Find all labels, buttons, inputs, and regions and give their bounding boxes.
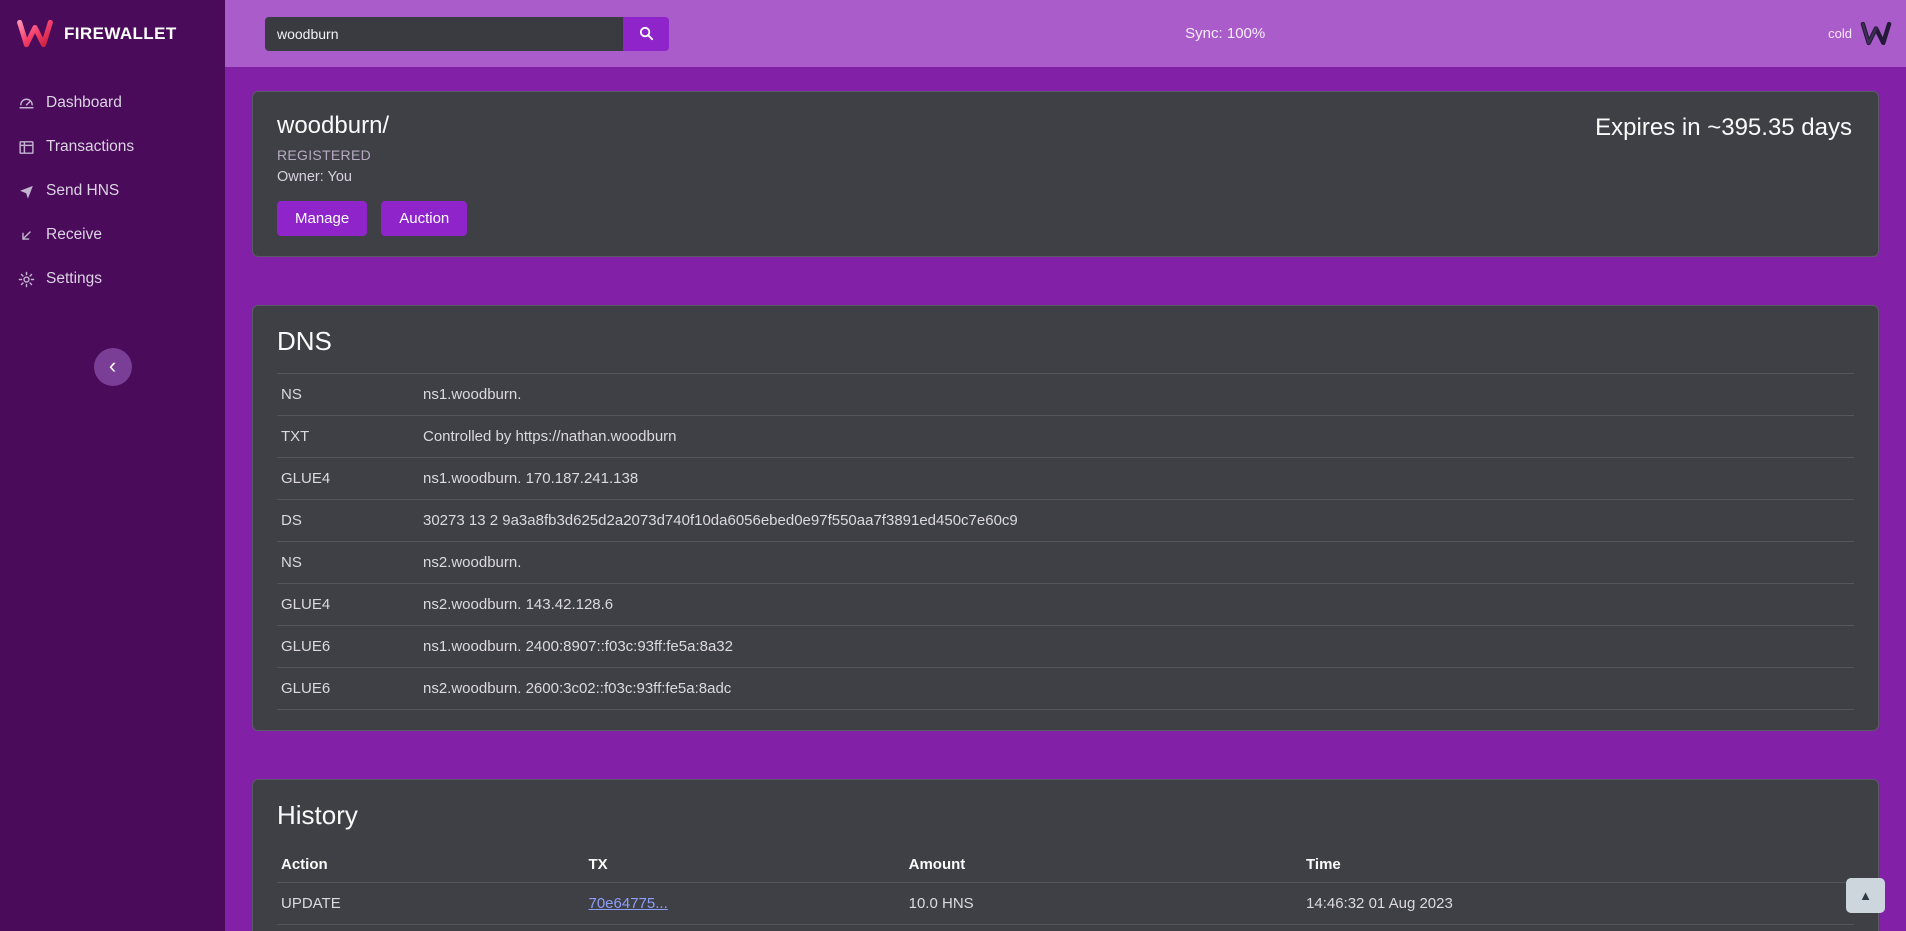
history-col-amount: Amount — [905, 847, 1302, 883]
history-time: 15:45:28 27 Jul 2023 — [1302, 925, 1854, 931]
manage-button[interactable]: Manage — [277, 201, 367, 236]
sidebar-item-settings[interactable]: Settings — [0, 257, 225, 301]
sidebar-nav: Dashboard Transactions Send HNS — [0, 81, 225, 301]
history-action: RENEW — [277, 925, 585, 931]
sidebar-item-send-hns[interactable]: Send HNS — [0, 169, 225, 213]
wallet-name-label: cold — [1828, 26, 1852, 41]
dns-record-type: GLUE4 — [277, 584, 419, 626]
search-icon — [638, 25, 655, 42]
wallet-indicator[interactable]: cold — [1828, 21, 1892, 46]
chevron-left-icon: ‹ — [109, 355, 116, 377]
domain-actions: Manage Auction — [277, 201, 1854, 236]
history-col-time: Time — [1302, 847, 1854, 883]
history-table: Action TX Amount Time UPDATE 70e64775...… — [277, 847, 1854, 931]
sidebar: FIREWALLET Dashboard Transactions — [0, 0, 225, 931]
tx-link[interactable]: 70e64775... — [589, 895, 668, 912]
dashboard-icon — [18, 95, 35, 112]
history-header-row: Action TX Amount Time — [277, 847, 1854, 883]
brand-name: FIREWALLET — [64, 24, 177, 44]
dns-record-type: DS — [277, 500, 419, 542]
page-content: woodburn/ REGISTERED Owner: You Manage A… — [225, 67, 1906, 931]
history-row: RENEW b5a3c8... 10.0 HNS 15:45:28 27 Jul… — [277, 925, 1854, 931]
sidebar-item-transactions[interactable]: Transactions — [0, 125, 225, 169]
send-icon — [18, 183, 35, 200]
caret-up-icon: ▲ — [1859, 888, 1872, 903]
firewallet-logo-icon — [16, 19, 54, 48]
dns-record-row: NS ns1.woodburn. — [277, 374, 1854, 416]
history-time: 14:46:32 01 Aug 2023 — [1302, 883, 1854, 925]
main-area: Sync: 100% cold woodburn/ REGISTERED Own… — [225, 0, 1906, 931]
history-action: UPDATE — [277, 883, 585, 925]
dns-record-value: ns1.woodburn. 2400:8907::f03c:93ff:fe5a:… — [419, 626, 1854, 668]
history-section-title: History — [277, 800, 1854, 831]
sidebar-item-label: Receive — [46, 226, 102, 244]
domain-owner-label: Owner: You — [277, 169, 1854, 185]
dns-record-value: 30273 13 2 9a3a8fb3d625d2a2073d740f10da6… — [419, 500, 1854, 542]
settings-icon — [18, 271, 35, 288]
dns-record-value: ns1.woodburn. 170.187.241.138 — [419, 458, 1854, 500]
sidebar-collapse-button[interactable]: ‹ — [94, 348, 132, 386]
dns-record-type: GLUE6 — [277, 626, 419, 668]
sidebar-item-label: Settings — [46, 270, 102, 288]
history-amount: 10.0 HNS — [905, 925, 1302, 931]
topbar: Sync: 100% cold — [225, 0, 1906, 67]
sidebar-item-label: Dashboard — [46, 94, 122, 112]
transactions-icon — [18, 139, 35, 156]
sidebar-item-receive[interactable]: Receive — [0, 213, 225, 257]
dns-record-row: GLUE6 ns2.woodburn. 2600:3c02::f03c:93ff… — [277, 668, 1854, 710]
sidebar-item-label: Transactions — [46, 138, 134, 156]
firewallet-wallet-icon — [1860, 21, 1892, 46]
receive-icon — [18, 227, 35, 244]
dns-record-row: GLUE4 ns2.woodburn. 143.42.128.6 — [277, 584, 1854, 626]
dns-record-value: ns1.woodburn. — [419, 374, 1854, 416]
history-card: History Action TX Amount Time — [252, 779, 1879, 931]
auction-button[interactable]: Auction — [381, 201, 467, 236]
domain-card: woodburn/ REGISTERED Owner: You Manage A… — [252, 91, 1879, 257]
dns-record-type: GLUE4 — [277, 458, 419, 500]
search-button[interactable] — [623, 17, 669, 51]
domain-expiry-label: Expires in ~395.35 days — [1595, 114, 1852, 142]
dns-record-type: NS — [277, 374, 419, 416]
sync-status: Sync: 100% — [1185, 25, 1265, 42]
dns-record-type: TXT — [277, 416, 419, 458]
history-col-action: Action — [277, 847, 585, 883]
dns-record-row: DS 30273 13 2 9a3a8fb3d625d2a2073d740f10… — [277, 500, 1854, 542]
sidebar-item-label: Send HNS — [46, 182, 119, 200]
dns-record-value: ns2.woodburn. 143.42.128.6 — [419, 584, 1854, 626]
dns-record-row: GLUE6 ns1.woodburn. 2400:8907::f03c:93ff… — [277, 626, 1854, 668]
domain-status-badge: REGISTERED — [277, 147, 1854, 163]
dns-table: NS ns1.woodburn. TXT Controlled by https… — [277, 373, 1854, 710]
dns-record-value: Controlled by https://nathan.woodburn — [419, 416, 1854, 458]
search-input[interactable] — [265, 17, 623, 51]
dns-record-row: NS ns2.woodburn. — [277, 542, 1854, 584]
dns-record-type: GLUE6 — [277, 668, 419, 710]
sidebar-item-dashboard[interactable]: Dashboard — [0, 81, 225, 125]
dns-section-title: DNS — [277, 326, 1854, 357]
dns-record-row: TXT Controlled by https://nathan.woodbur… — [277, 416, 1854, 458]
dns-record-row: GLUE4 ns1.woodburn. 170.187.241.138 — [277, 458, 1854, 500]
app-window: FIREWALLET Dashboard Transactions — [0, 0, 1906, 931]
dns-record-value: ns2.woodburn. — [419, 542, 1854, 584]
history-row: UPDATE 70e64775... 10.0 HNS 14:46:32 01 … — [277, 883, 1854, 925]
history-amount: 10.0 HNS — [905, 883, 1302, 925]
history-col-tx: TX — [585, 847, 905, 883]
dns-card: DNS NS ns1.woodburn. TXT Controlled by h… — [252, 305, 1879, 731]
dns-record-value: ns2.woodburn. 2600:3c02::f03c:93ff:fe5a:… — [419, 668, 1854, 710]
dns-record-type: NS — [277, 542, 419, 584]
scroll-to-top-button[interactable]: ▲ — [1846, 878, 1885, 913]
search-group — [265, 17, 669, 51]
brand-header: FIREWALLET — [0, 0, 225, 67]
